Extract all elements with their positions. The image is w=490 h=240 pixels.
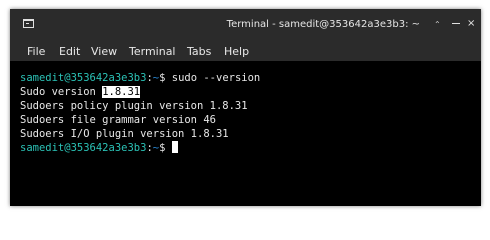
terminal-window: Terminal - samedit@353642a3e3b3: ~ ⌃ × F… — [10, 9, 481, 206]
terminal-icon — [23, 19, 34, 28]
menu-bar: File Edit View Terminal Tabs Help — [10, 41, 481, 61]
close-icon[interactable]: × — [467, 18, 477, 30]
output-line-1: Sudo version 1.8.31 — [20, 85, 141, 99]
menu-edit[interactable]: Edit — [59, 44, 80, 59]
command-line: samedit@353642a3e3b3:~$ sudo --version — [20, 71, 260, 85]
text-cursor — [171, 141, 178, 153]
output-line-3: Sudoers file grammar version 46 — [20, 114, 216, 126]
menu-tabs[interactable]: Tabs — [187, 44, 211, 59]
menu-view[interactable]: View — [91, 44, 117, 59]
menu-terminal[interactable]: Terminal — [129, 44, 176, 59]
terminal-output[interactable]: samedit@353642a3e3b3:~$ sudo --version S… — [10, 61, 481, 206]
output-line-4: Sudoers I/O plugin version 1.8.31 — [20, 128, 229, 140]
output-line-2: Sudoers policy plugin version 1.8.31 — [20, 100, 248, 112]
prompt-user-host: samedit@353642a3e3b3 — [20, 142, 147, 154]
current-prompt-line: samedit@353642a3e3b3:~$ — [20, 141, 178, 155]
menu-help[interactable]: Help — [224, 44, 249, 59]
selected-version: 1.8.31 — [102, 86, 141, 98]
prompt-user-host: samedit@353642a3e3b3 — [20, 72, 147, 84]
title-bar[interactable]: Terminal - samedit@353642a3e3b3: ~ ⌃ × — [10, 9, 481, 41]
output-line-1-prefix: Sudo version — [20, 86, 103, 98]
menu-file[interactable]: File — [27, 44, 45, 59]
chevron-up-icon[interactable]: ⌃ — [434, 19, 442, 31]
command-text: sudo --version — [165, 72, 261, 84]
minimize-icon[interactable] — [452, 19, 461, 29]
window-title: Terminal - samedit@353642a3e3b3: ~ — [226, 19, 420, 30]
